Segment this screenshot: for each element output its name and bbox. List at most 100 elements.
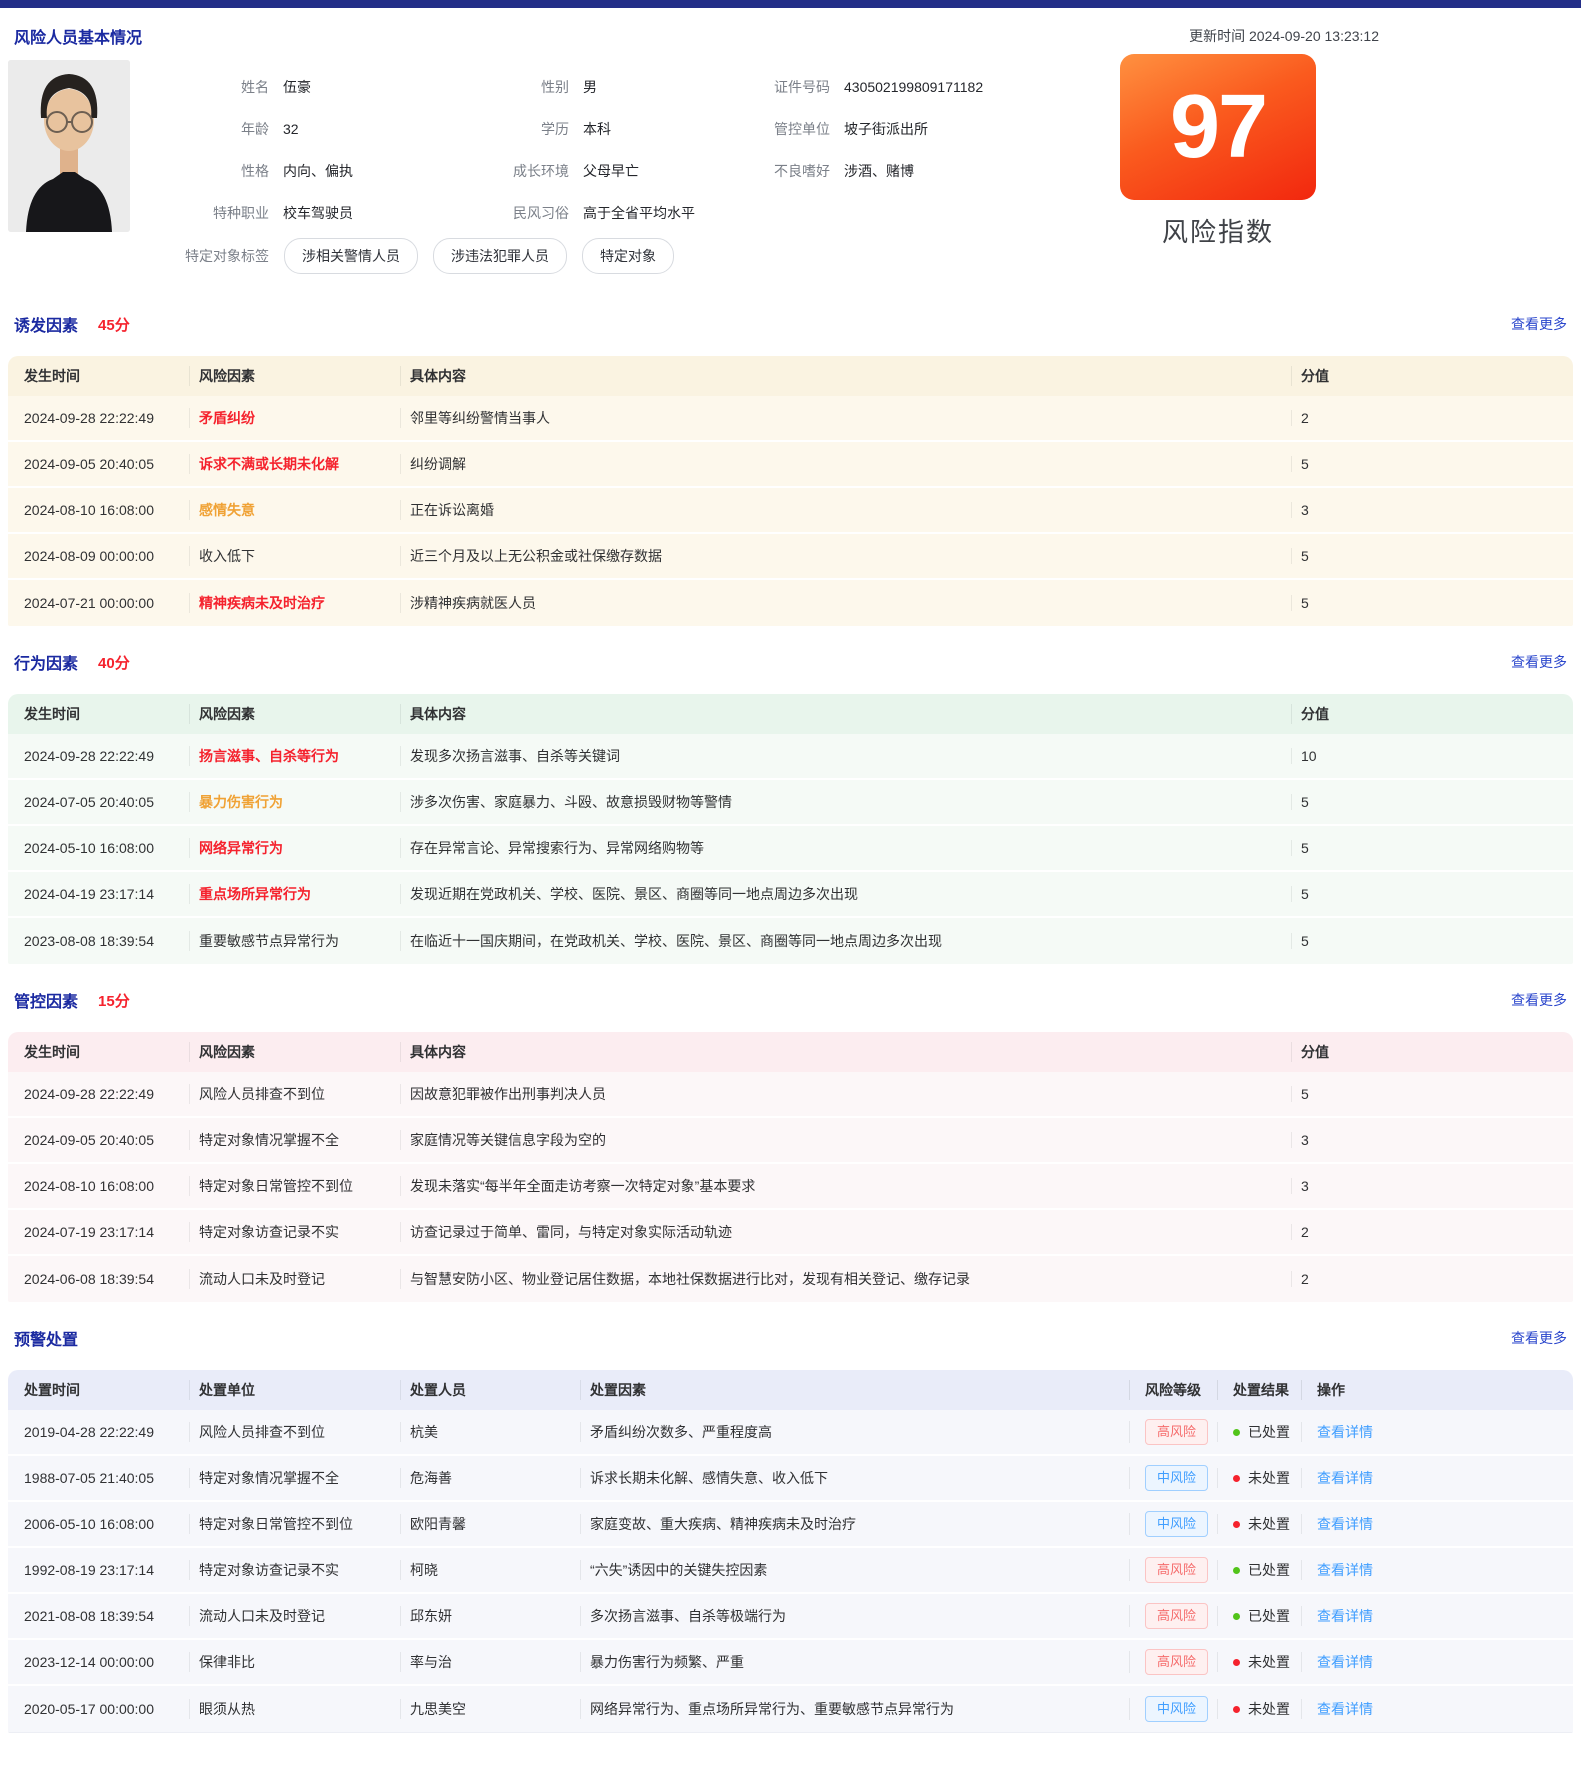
field-label: 姓名 — [185, 77, 269, 97]
column-header: 具体内容 — [400, 1042, 1291, 1062]
cell-result: 已处置 — [1217, 1422, 1301, 1442]
cell-risk-factor: 流动人口未及时登记 — [189, 1269, 400, 1289]
view-detail-link[interactable]: 查看详情 — [1317, 1424, 1373, 1440]
field-value: 高于全省平均水平 — [583, 203, 695, 223]
result-status: 已处置 — [1233, 1422, 1301, 1442]
cell-factor: 网络异常行为、重点场所异常行为、重要敏感节点异常行为 — [580, 1699, 1129, 1719]
cell-detail: 在临近十一国庆期间，在党政机关、学校、医院、景区、商圈等同一地点周边多次出现 — [400, 931, 1291, 951]
profile-section: 姓名伍豪年龄32性格内向、偏执特种职业校车驾驶员性别男学历本科成长环境父母早亡民… — [8, 54, 1573, 288]
cell-factor: 多次扬言滋事、自杀等极端行为 — [580, 1606, 1129, 1626]
field-label: 特种职业 — [185, 203, 269, 223]
column-header: 处置单位 — [189, 1380, 400, 1400]
column-header: 处置人员 — [400, 1380, 580, 1400]
column-header: 风险因素 — [189, 366, 400, 386]
section-head: 管控因素15分查看更多 — [8, 964, 1573, 1032]
field-value: 坡子街派出所 — [844, 119, 928, 139]
person-photo-illustration — [8, 60, 130, 232]
status-dot-icon — [1233, 1521, 1240, 1528]
cell-time: 2024-07-21 00:00:00 — [8, 595, 189, 611]
risk-level-badge: 中风险 — [1145, 1696, 1208, 1722]
view-detail-link[interactable]: 查看详情 — [1317, 1516, 1373, 1532]
view-detail-link[interactable]: 查看详情 — [1317, 1654, 1373, 1670]
field-label: 证件号码 — [770, 77, 830, 97]
view-more-link[interactable]: 查看更多 — [1511, 990, 1567, 1010]
alert-section: 预警处置查看更多处置时间处置单位处置人员处置因素风险等级处置结果操作2019-0… — [8, 1302, 1573, 1733]
field-label: 管控单位 — [770, 119, 830, 139]
cell-detail: 发现未落实“每半年全面走访考察一次特定对象”基本要求 — [400, 1176, 1291, 1196]
cell-time: 2024-04-19 23:17:14 — [8, 886, 189, 902]
alert-table: 处置时间处置单位处置人员处置因素风险等级处置结果操作2019-04-28 22:… — [8, 1370, 1573, 1733]
cell-time: 2024-08-10 16:08:00 — [8, 502, 189, 518]
factor-section: 行为因素40分查看更多发生时间风险因素具体内容分值2024-09-28 22:2… — [8, 626, 1573, 964]
cell-risk-factor: 网络异常行为 — [189, 838, 400, 858]
factor-table: 发生时间风险因素具体内容分值2024-09-28 22:22:49风险人员排查不… — [8, 1032, 1573, 1302]
profile-field-row: 民风习俗高于全省平均水平 — [499, 192, 770, 234]
special-object-tag: 涉相关警情人员 — [284, 238, 418, 274]
section-title: 行为因素 — [14, 650, 78, 674]
field-label: 性格 — [185, 161, 269, 181]
section-score: 40分 — [98, 652, 130, 673]
table-row: 2023-08-08 18:39:54重要敏感节点异常行为在临近十一国庆期间，在… — [8, 918, 1573, 964]
cell-person: 柯晓 — [400, 1560, 580, 1580]
section-head: 预警处置查看更多 — [8, 1302, 1573, 1370]
cell-risk-factor: 精神疾病未及时治疗 — [189, 593, 400, 613]
result-text: 未处置 — [1248, 1652, 1290, 1672]
table-row: 2024-05-10 16:08:00网络异常行为存在异常言论、异常搜索行为、异… — [8, 826, 1573, 872]
profile-fields: 姓名伍豪年龄32性格内向、偏执特种职业校车驾驶员性别男学历本科成长环境父母早亡民… — [185, 60, 1105, 274]
section-title: 管控因素 — [14, 988, 78, 1012]
cell-risk-factor: 重点场所异常行为 — [189, 884, 400, 904]
cell-factor: “六失”诱因中的关键失控因素 — [580, 1560, 1129, 1580]
risk-level-badge: 高风险 — [1145, 1557, 1208, 1583]
table-header-row: 发生时间风险因素具体内容分值 — [8, 1032, 1573, 1072]
risk-level-badge: 高风险 — [1145, 1419, 1208, 1445]
result-status: 已处置 — [1233, 1560, 1301, 1580]
cell-result: 未处置 — [1217, 1699, 1301, 1719]
view-detail-link[interactable]: 查看详情 — [1317, 1562, 1373, 1578]
status-dot-icon — [1233, 1613, 1240, 1620]
result-text: 未处置 — [1248, 1699, 1290, 1719]
view-detail-link[interactable]: 查看详情 — [1317, 1608, 1373, 1624]
table-row: 2024-09-28 22:22:49矛盾纠纷邻里等纠纷警情当事人2 — [8, 396, 1573, 442]
cell-score: 2 — [1291, 1271, 1573, 1287]
view-more-link[interactable]: 查看更多 — [1511, 314, 1567, 334]
cell-risk-level: 中风险 — [1129, 1696, 1217, 1722]
table-row: 2024-08-09 00:00:00收入低下近三个月及以上无公积金或社保缴存数… — [8, 534, 1573, 580]
cell-risk-level: 高风险 — [1129, 1419, 1217, 1445]
cell-unit: 风险人员排查不到位 — [189, 1422, 400, 1442]
result-text: 未处置 — [1248, 1514, 1290, 1534]
cell-risk-factor: 暴力伤害行为 — [189, 792, 400, 812]
section-title: 诱发因素 — [14, 312, 78, 336]
cell-time: 2024-09-28 22:22:49 — [8, 410, 189, 426]
view-detail-link[interactable]: 查看详情 — [1317, 1470, 1373, 1486]
cell-detail: 家庭情况等关键信息字段为空的 — [400, 1130, 1291, 1150]
cell-time: 2024-09-28 22:22:49 — [8, 748, 189, 764]
cell-detail: 访查记录过于简单、雷同，与特定对象实际活动轨迹 — [400, 1222, 1291, 1242]
profile-field-row: 姓名伍豪 — [185, 66, 499, 108]
page-container: 风险人员基本情况 更新时间 2024-09-20 13:23:12 姓名伍豪年龄… — [0, 8, 1581, 1733]
section-head: 行为因素 40分 查看更多 — [8, 626, 1573, 694]
cell-detail: 纠纷调解 — [400, 454, 1291, 474]
cell-risk-factor: 诉求不满或长期未化解 — [189, 454, 400, 474]
table-row: 2024-06-08 18:39:54流动人口未及时登记与智慧安防小区、物业登记… — [8, 1256, 1573, 1302]
field-value: 男 — [583, 77, 597, 97]
top-accent-bar — [0, 0, 1581, 8]
view-detail-link[interactable]: 查看详情 — [1317, 1701, 1373, 1717]
view-more-link[interactable]: 查看更多 — [1511, 652, 1567, 672]
tags-row: 特定对象标签涉相关警情人员涉违法犯罪人员特定对象 — [185, 238, 1105, 274]
risk-level-badge: 中风险 — [1145, 1511, 1208, 1537]
table-row: 2023-12-14 00:00:00保律非比率与治暴力伤害行为频繁、严重高风险… — [8, 1640, 1573, 1686]
cell-risk-factor: 特定对象日常管控不到位 — [189, 1176, 400, 1196]
cell-action: 查看详情 — [1301, 1699, 1573, 1719]
section-score: 45分 — [98, 314, 130, 335]
person-photo — [8, 60, 130, 232]
view-more-link[interactable]: 查看更多 — [1511, 1328, 1567, 1348]
field-label: 性别 — [499, 77, 569, 97]
risk-score-value: 97 — [1170, 82, 1266, 172]
cell-risk-factor: 风险人员排查不到位 — [189, 1084, 400, 1104]
column-header: 分值 — [1291, 1042, 1573, 1062]
table-row: 2024-09-28 22:22:49扬言滋事、自杀等行为发现多次扬言滋事、自杀… — [8, 734, 1573, 780]
profile-field-row: 性别男 — [499, 66, 770, 108]
cell-result: 未处置 — [1217, 1468, 1301, 1488]
cell-risk-level: 高风险 — [1129, 1603, 1217, 1629]
cell-score: 2 — [1291, 1224, 1573, 1240]
